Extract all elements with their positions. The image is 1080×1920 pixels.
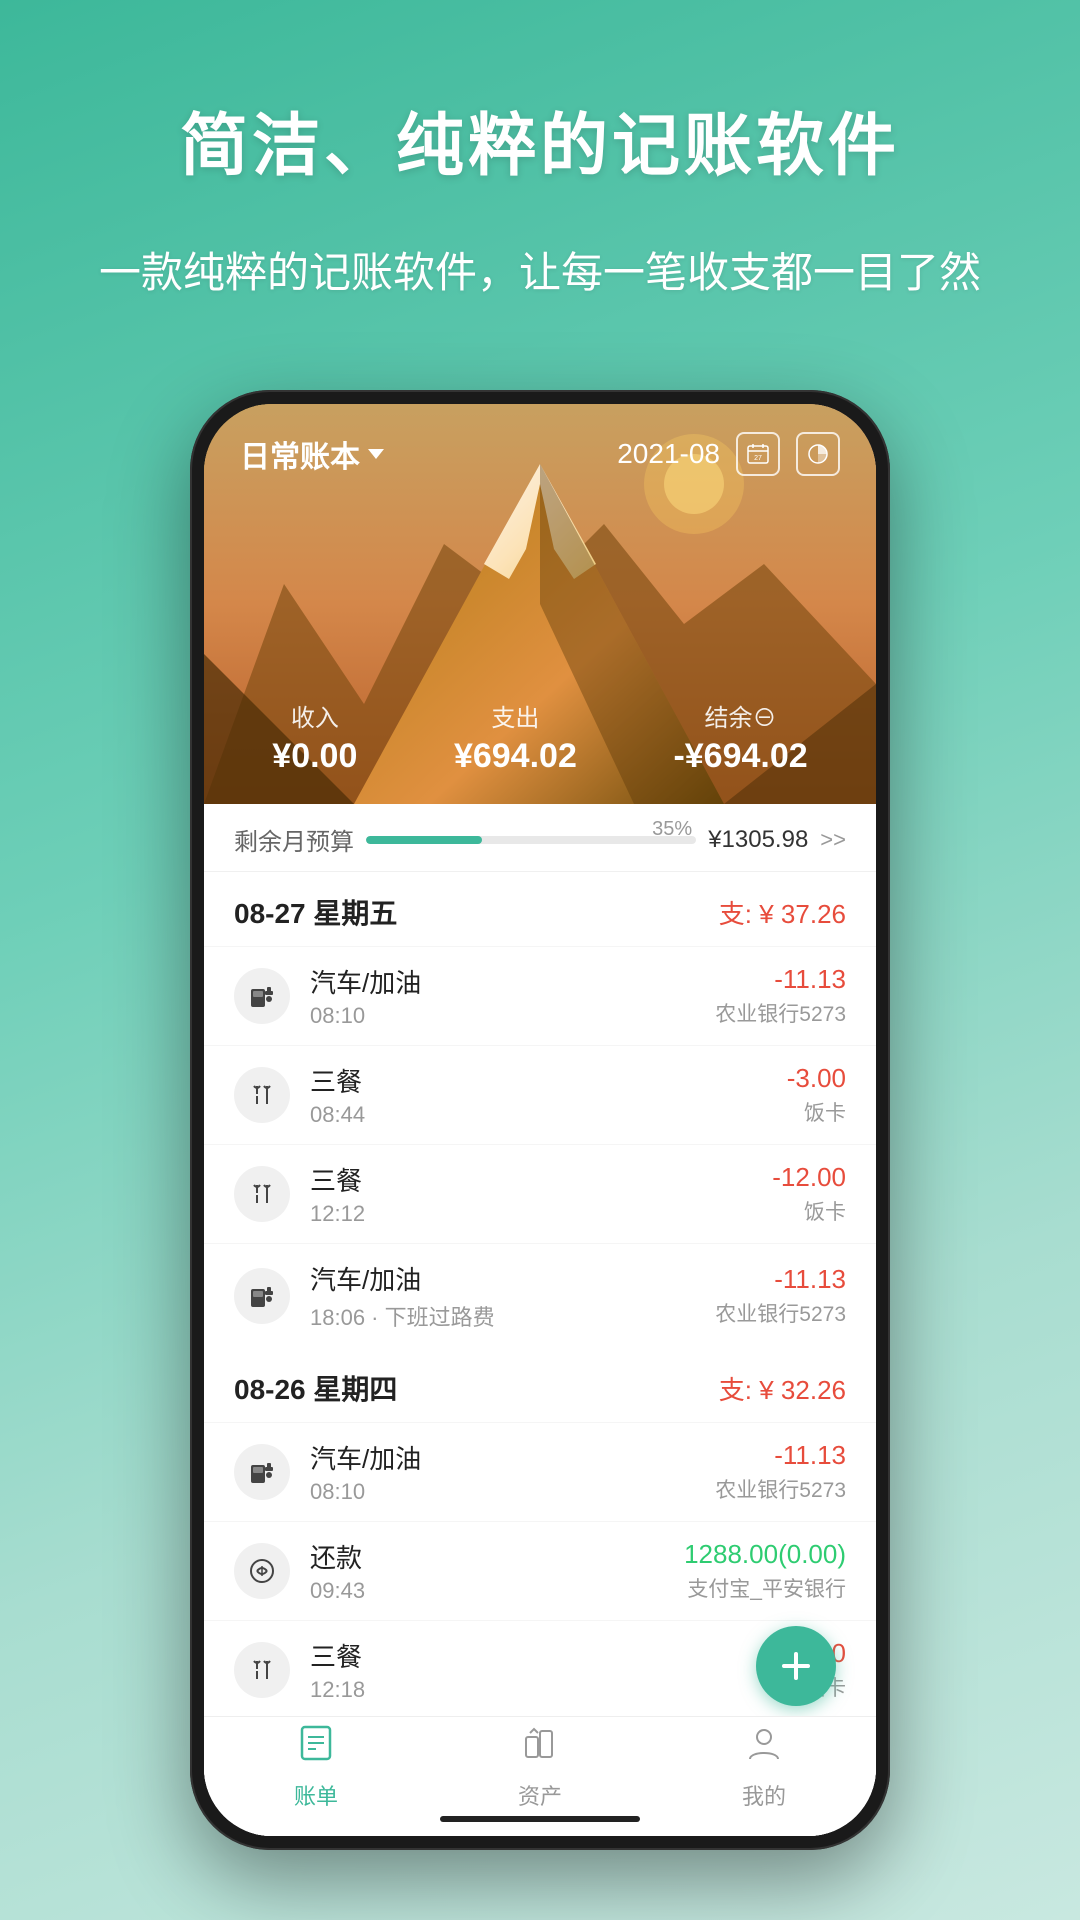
date-group-total: 支: ¥ 37.26	[719, 894, 846, 931]
account-selector[interactable]: 日常账本	[240, 432, 384, 476]
tx-name: 三餐	[310, 1062, 787, 1099]
transaction-item[interactable]: 汽车/加油 08:10 -11.13 农业银行5273	[204, 1422, 876, 1521]
tx-right: -11.13 农业银行5273	[715, 964, 846, 1028]
tx-payment: 饭卡	[772, 1196, 846, 1226]
nav-item-profile[interactable]: 我的	[742, 1723, 786, 1811]
tx-amount: -11.13	[715, 1264, 846, 1295]
tx-amount: -11.13	[715, 964, 846, 995]
date-label: 2021-08	[617, 438, 720, 470]
budget-label: 剩余月预算	[234, 822, 354, 857]
expense-stat: 支出 ¥694.02	[454, 698, 577, 776]
budget-amount: ¥1305.98	[708, 826, 808, 854]
nav-item-ledger[interactable]: 账单	[294, 1723, 338, 1811]
calendar-icon[interactable]: 27	[736, 432, 780, 476]
ledger-icon	[296, 1723, 336, 1773]
balance-stat: 结余⊖ -¥694.02	[673, 698, 807, 776]
tx-time: 08:44	[310, 1102, 787, 1128]
date-group-title: 08-27 星期五	[234, 892, 397, 932]
tx-details: 三餐 12:18	[310, 1637, 772, 1703]
tx-details: 三餐 12:12	[310, 1161, 772, 1227]
balance-value: -¥694.02	[673, 737, 807, 776]
tx-time: 12:18	[310, 1677, 772, 1703]
phone-stats: 收入 ¥0.00 支出 ¥694.02 结余⊖ -¥694.02	[204, 698, 876, 776]
tx-right: -11.13 农业银行5273	[715, 1440, 846, 1504]
tx-right: -11.13 农业银行5273	[715, 1264, 846, 1328]
tx-amount: 1288.00(0.00)	[684, 1539, 846, 1570]
budget-percent: 35%	[652, 818, 692, 841]
expense-value: ¥694.02	[454, 737, 577, 776]
expense-label: 支出	[454, 698, 577, 733]
tx-payment: 农业银行5273	[715, 1474, 846, 1504]
nav-label-ledger: 账单	[294, 1779, 338, 1811]
transaction-item[interactable]: 汽车/加油 18:06 · 下班过路费 -11.13 农业银行5273	[204, 1243, 876, 1348]
date-group-header-0826: 08-26 星期四 支: ¥ 32.26	[204, 1348, 876, 1422]
date-bar: 2021-08 27	[617, 432, 840, 476]
gas-icon-0	[234, 968, 290, 1024]
meal-icon-0	[234, 1067, 290, 1123]
transaction-item[interactable]: 三餐 12:12 -12.00 饭卡	[204, 1144, 876, 1243]
add-transaction-button[interactable]	[756, 1626, 836, 1706]
tx-time: 08:10	[310, 1479, 715, 1505]
budget-arrow-icon: >>	[820, 827, 846, 853]
tx-right: -3.00 饭卡	[787, 1063, 846, 1127]
transaction-item[interactable]: 三餐 08:44 -3.00 饭卡	[204, 1045, 876, 1144]
tx-time: 08:10	[310, 1003, 715, 1029]
budget-bar[interactable]: 剩余月预算 35% ¥1305.98 >>	[204, 804, 876, 872]
tx-name: 汽车/加油	[310, 1260, 715, 1297]
tx-details: 三餐 08:44	[310, 1062, 787, 1128]
tx-payment: 农业银行5273	[715, 1298, 846, 1328]
tx-details: 汽车/加油 18:06 · 下班过路费	[310, 1260, 715, 1332]
phone-top-bar: 日常账本 2021-08 27	[204, 432, 876, 476]
chart-icon[interactable]	[796, 432, 840, 476]
tx-time: 12:12	[310, 1201, 772, 1227]
gas-icon-1	[234, 1268, 290, 1324]
page-title: 简洁、纯粹的记账软件	[0, 0, 1080, 189]
tx-details: 还款 09:43	[310, 1538, 684, 1604]
tx-details: 汽车/加油 08:10	[310, 963, 715, 1029]
assets-icon	[520, 1723, 560, 1773]
repay-icon	[234, 1543, 290, 1599]
tx-name: 汽车/加油	[310, 963, 715, 1000]
tx-name: 汽车/加油	[310, 1439, 715, 1476]
tx-name: 三餐	[310, 1161, 772, 1198]
nav-label-assets: 资产	[518, 1779, 562, 1811]
tx-name: 还款	[310, 1538, 684, 1575]
tx-amount: -12.00	[772, 1162, 846, 1193]
tx-time: 18:06 · 下班过路费	[310, 1300, 715, 1332]
account-name-label: 日常账本	[240, 432, 360, 476]
tx-right: 1288.00(0.00) 支付宝_平安银行	[684, 1539, 846, 1603]
home-indicator	[440, 1816, 640, 1822]
tx-time: 09:43	[310, 1578, 684, 1604]
nav-item-assets[interactable]: 资产	[518, 1723, 562, 1811]
transaction-item[interactable]: 还款 09:43 1288.00(0.00) 支付宝_平安银行	[204, 1521, 876, 1620]
nav-label-profile: 我的	[742, 1779, 786, 1811]
phone-header-bg: 日常账本 2021-08 27	[204, 404, 876, 804]
budget-progress: 35%	[366, 836, 696, 844]
meal-icon-2	[234, 1642, 290, 1698]
meal-icon-1	[234, 1166, 290, 1222]
transaction-item[interactable]: 汽车/加油 08:10 -11.13 农业银行5273	[204, 946, 876, 1045]
tx-payment: 农业银行5273	[715, 998, 846, 1028]
profile-icon	[744, 1723, 784, 1773]
date-group-title: 08-26 星期四	[234, 1368, 397, 1408]
phone-mockup: 日常账本 2021-08 27	[190, 390, 890, 1850]
income-value: ¥0.00	[272, 737, 357, 776]
tx-amount: -3.00	[787, 1063, 846, 1094]
balance-label: 结余⊖	[673, 698, 807, 733]
budget-fill	[366, 836, 482, 844]
income-label: 收入	[272, 698, 357, 733]
date-group-header-0827: 08-27 星期五 支: ¥ 37.26	[204, 872, 876, 946]
chevron-down-icon	[368, 449, 384, 459]
tx-name: 三餐	[310, 1637, 772, 1674]
date-group-total: 支: ¥ 32.26	[719, 1370, 846, 1407]
svg-text:27: 27	[754, 455, 762, 462]
tx-details: 汽车/加油 08:10	[310, 1439, 715, 1505]
tx-right: -12.00 饭卡	[772, 1162, 846, 1226]
page-subtitle: 一款纯粹的记账软件，让每一笔收支都一目了然	[0, 239, 1080, 306]
tx-payment: 饭卡	[787, 1097, 846, 1127]
gas-icon-2	[234, 1444, 290, 1500]
tx-amount: -11.13	[715, 1440, 846, 1471]
income-stat: 收入 ¥0.00	[272, 698, 357, 776]
tx-payment: 支付宝_平安银行	[684, 1573, 846, 1603]
